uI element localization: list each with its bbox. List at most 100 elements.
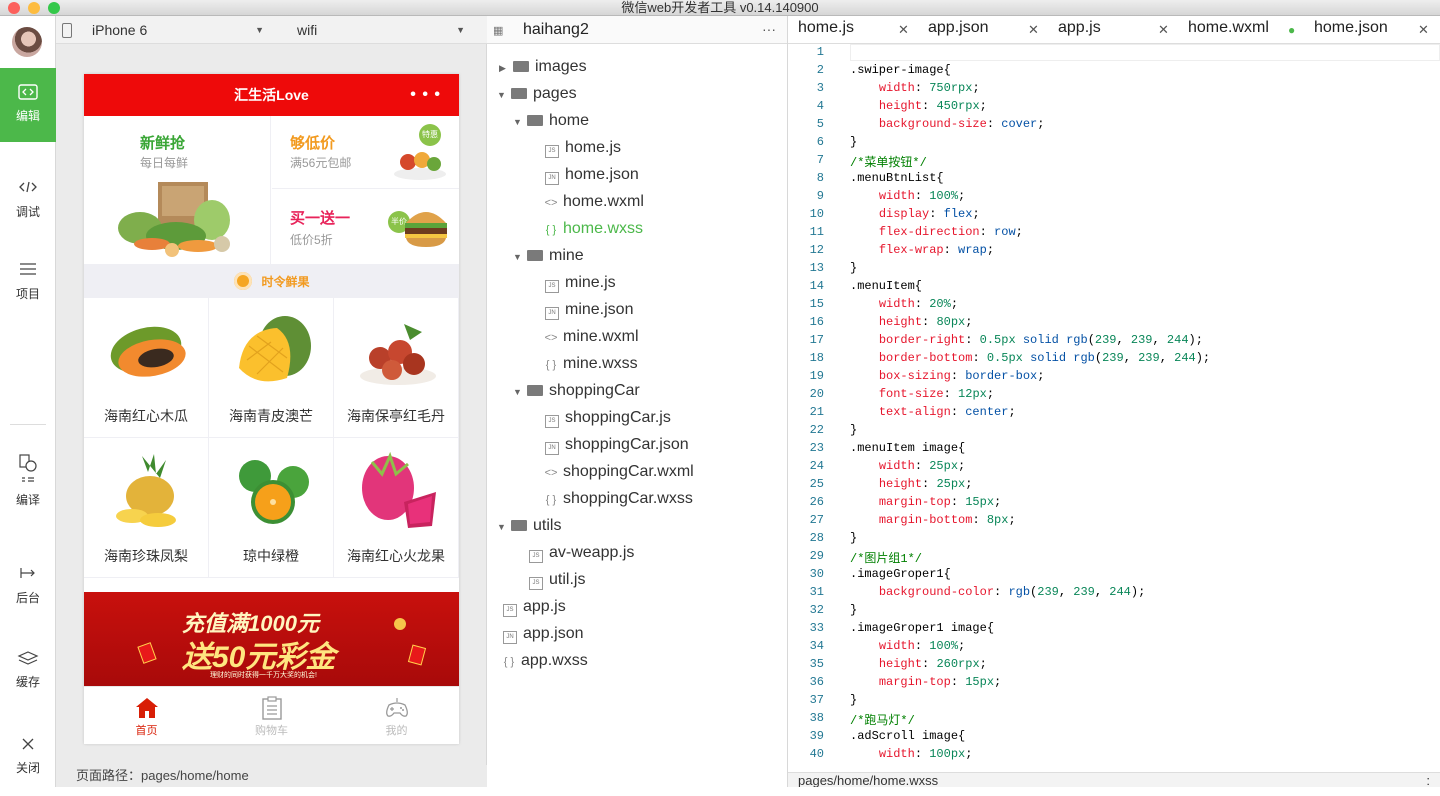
tree-file-shoppingcar-wxml[interactable]: <> shoppingCar.wxml [543,458,694,485]
sidebar-item-compile[interactable]: 编译 [0,440,56,514]
tree-file-mine-wxml[interactable]: <> mine.wxml [543,323,639,350]
code-area[interactable]: 1 2 .swiper-image{3 width: 750rpx; 4 height… [788,44,1440,772]
network-select[interactable]: wifi ▼ [287,16,467,44]
tree-file-home-wxss[interactable]: { } home.wxss [543,215,643,242]
code-line[interactable]: width: 20%; [850,297,958,311]
tree-file-av-weapp-js[interactable]: JS av-weapp.js [529,539,634,566]
outline-icon[interactable]: ▦ [493,24,503,37]
promo-fresh-card[interactable]: 新鲜抢 每日每鲜 [84,116,271,264]
more-dots-icon[interactable]: • • • [410,74,441,116]
code-line[interactable]: border-bottom: 0.5px solid rgb(239, 239,… [850,351,1210,365]
tab-home[interactable]: 首页 [84,687,209,744]
code-line[interactable]: margin-top: 15px; [850,675,1001,689]
tree-file-shoppingcar-wxss[interactable]: { } shoppingCar.wxss [543,485,693,512]
tree-folder-images[interactable]: ▶ images [499,53,587,80]
fruit-item-orange[interactable]: 琼中绿橙 [209,438,334,578]
code-line[interactable]: /*菜单按钮*/ [850,153,927,170]
code-line[interactable]: .swiper-image{ [850,63,951,77]
code-line[interactable]: height: 450rpx; [850,99,987,113]
tab-cart[interactable]: 购物车 [209,687,334,744]
close-tab-icon[interactable]: ✕ [1028,18,1039,42]
tree-file-mine-wxss[interactable]: { } mine.wxss [543,350,638,377]
fruit-item-dragonfruit[interactable]: 海南红心火龙果 [334,438,459,578]
sidebar-item-edit[interactable]: 编辑 [0,68,56,142]
sidebar-item-debug[interactable]: 调试 [0,168,56,242]
code-line[interactable]: width: 100%; [850,189,965,203]
tab-app-json[interactable]: app.json ✕ [928,16,1048,44]
code-line[interactable]: /*图片组1*/ [850,549,922,566]
promo-banner[interactable]: 充值满1000元 送50元彩金 理财的同时获得一千万大奖的机会! [84,592,459,686]
code-line[interactable]: background-color: rgb(239, 239, 244); [850,585,1145,599]
tree-file-mine-js[interactable]: JS mine.js [545,269,616,296]
device-frame-icon[interactable] [62,23,72,38]
code-line[interactable]: } [850,423,857,437]
tab-home-wxml[interactable]: home.wxml ● [1188,16,1304,44]
code-line[interactable]: display: flex; [850,207,980,221]
tree-file-app-json[interactable]: JN app.json [503,620,584,647]
fruit-item-papaya[interactable]: 海南红心木瓜 [84,298,209,438]
fruit-item-mango[interactable]: 海南青皮澳芒 [209,298,334,438]
tree-file-shoppingcar-js[interactable]: JS shoppingCar.js [545,404,671,431]
code-line[interactable]: flex-direction: row; [850,225,1023,239]
code-line[interactable]: /*跑马灯*/ [850,711,915,728]
tab-home-js[interactable]: home.js ✕ [798,16,918,44]
tree-file-home-json[interactable]: JN home.json [545,161,639,188]
code-line[interactable]: .menuItem{ [850,279,922,293]
avatar[interactable] [12,27,42,57]
sidebar-item-project[interactable]: 项目 [0,248,56,322]
tree-label: utils [533,517,562,534]
code-line[interactable]: height: 80px; [850,315,973,329]
tab-home-json[interactable]: home.json ✕ [1314,16,1434,44]
device-select[interactable]: iPhone 6 ▼ [82,16,266,44]
tab-mine[interactable]: 我的 [334,687,459,744]
tree-file-shoppingcar-json[interactable]: JN shoppingCar.json [545,431,689,458]
tree-file-util-js[interactable]: JS util.js [529,566,585,593]
code-line[interactable]: .adScroll image{ [850,729,965,743]
close-tab-icon[interactable]: ✕ [898,18,909,42]
fruit-item-rambutan[interactable]: 海南保亭红毛丹 [334,298,459,438]
code-line[interactable]: box-sizing: border-box; [850,369,1045,383]
code-line[interactable]: margin-top: 15px; [850,495,1001,509]
code-line[interactable]: .menuBtnList{ [850,171,944,185]
code-line[interactable]: height: 260rpx; [850,657,987,671]
code-line[interactable]: .imageGroper1 image{ [850,621,994,635]
code-line[interactable]: margin-bottom: 8px; [850,513,1016,527]
code-line[interactable]: width: 100px; [850,747,973,761]
code-line[interactable]: } [850,531,857,545]
tree-folder-home[interactable]: ▼ home [513,107,589,134]
sidebar-item-background[interactable]: 后台 [0,548,56,622]
tree-file-home-wxml[interactable]: <> home.wxml [543,188,644,215]
code-line[interactable]: } [850,135,857,149]
tree-folder-utils[interactable]: ▼ utils [497,512,561,539]
close-tab-icon[interactable]: ✕ [1158,18,1169,42]
code-line[interactable]: width: 25px; [850,459,965,473]
code-line[interactable]: flex-wrap: wrap; [850,243,994,257]
sidebar-item-close[interactable]: 关闭 [0,722,56,796]
code-line[interactable]: } [850,261,857,275]
tab-app-js[interactable]: app.js ✕ [1058,16,1178,44]
more-icon[interactable]: ··· [762,16,776,42]
tree-folder-shoppingcar[interactable]: ▼ shoppingCar [513,377,640,404]
tree-folder-pages[interactable]: ▼ pages [497,80,577,107]
code-line[interactable]: height: 25px; [850,477,973,491]
fruit-item-pineapple[interactable]: 海南珍珠凤梨 [84,438,209,578]
tree-file-app-js[interactable]: JS app.js [503,593,566,620]
promo-bogo-card[interactable]: 买一送一 低价5折 半价 [272,189,459,264]
sidebar-item-cache[interactable]: 缓存 [0,636,56,710]
code-line[interactable]: .menuItem image{ [850,441,965,455]
code-line[interactable]: background-size: cover; [850,117,1045,131]
code-line[interactable]: } [850,603,857,617]
code-line[interactable]: width: 750rpx; [850,81,980,95]
tree-file-app-wxss[interactable]: { } app.wxss [501,647,588,674]
close-tab-icon[interactable]: ✕ [1418,18,1429,42]
code-line[interactable]: width: 100%; [850,639,965,653]
tree-file-home-js[interactable]: JS home.js [545,134,621,161]
code-line[interactable]: font-size: 12px; [850,387,994,401]
tree-folder-mine[interactable]: ▼ mine [513,242,584,269]
code-line[interactable]: border-right: 0.5px solid rgb(239, 239, … [850,333,1203,347]
tree-file-mine-json[interactable]: JN mine.json [545,296,633,323]
code-line[interactable]: text-align: center; [850,405,1016,419]
promo-cheap-card[interactable]: 够低价 满56元包邮 特惠 [272,116,459,189]
code-line[interactable]: } [850,693,857,707]
code-line[interactable]: .imageGroper1{ [850,567,951,581]
